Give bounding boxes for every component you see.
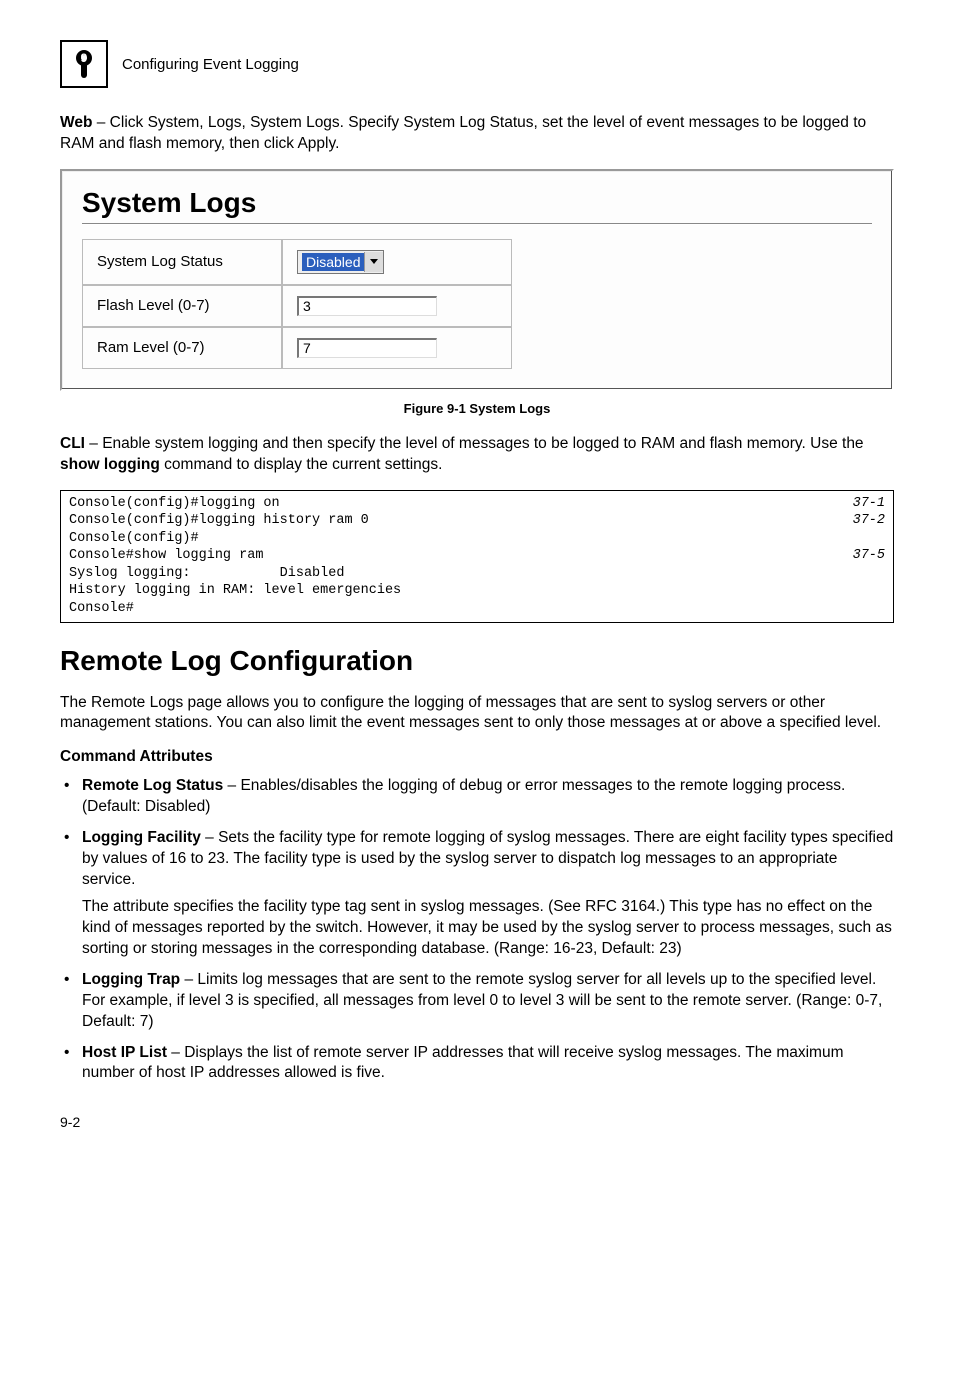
label-system-log-status: System Log Status — [82, 239, 282, 285]
code-line: Console(config)# — [69, 530, 885, 548]
row-ram-level: Ram Level (0-7) — [82, 327, 512, 369]
page-number: 9-2 — [60, 1114, 894, 1130]
attr-text: – Limits log messages that are sent to t… — [82, 971, 882, 1030]
chapter-title: Configuring Event Logging — [122, 56, 299, 73]
code-text: Syslog logging: Disabled — [69, 565, 344, 583]
code-ref — [865, 565, 885, 583]
list-item: Host IP List – Displays the list of remo… — [60, 1043, 894, 1085]
figure-caption: Figure 9-1 System Logs — [60, 401, 894, 416]
attr-name: Logging Facility — [82, 829, 201, 846]
attr-text: – Displays the list of remote server IP … — [82, 1044, 844, 1082]
code-ref: 37-2 — [833, 512, 885, 530]
code-line: Console#show logging ram 37-5 — [69, 547, 885, 565]
code-text: Console(config)# — [69, 530, 199, 548]
cli-text-after: command to display the current settings. — [160, 456, 443, 473]
panel-divider — [82, 223, 872, 225]
row-flash-level: Flash Level (0-7) — [82, 285, 512, 327]
cli-cmd: show logging — [60, 456, 160, 473]
system-logs-panel: System Logs System Log Status Disabled F… — [60, 169, 894, 391]
label-flash-level: Flash Level (0-7) — [82, 285, 282, 327]
svg-text:9: 9 — [81, 51, 88, 65]
code-text: Console(config)#logging history ram 0 — [69, 512, 369, 530]
code-text: Console(config)#logging on — [69, 495, 280, 513]
code-ref — [865, 600, 885, 618]
code-text: Console# — [69, 600, 134, 618]
web-label: Web — [60, 114, 92, 131]
label-ram-level: Ram Level (0-7) — [82, 327, 282, 369]
section-intro: The Remote Logs page allows you to confi… — [60, 693, 894, 735]
intro-paragraph: Web – Click System, Logs, System Logs. S… — [60, 113, 894, 155]
panel-title: System Logs — [82, 187, 872, 219]
command-attributes-heading: Command Attributes — [60, 748, 894, 766]
code-line: Console(config)#logging history ram 0 37-… — [69, 512, 885, 530]
attr-extra: The attribute specifies the facility typ… — [82, 897, 894, 960]
code-block: Console(config)#logging on 37-1 Console(c… — [60, 490, 894, 623]
list-item: Logging Facility – Sets the facility typ… — [60, 828, 894, 960]
attr-name: Host IP List — [82, 1044, 167, 1061]
code-line: Syslog logging: Disabled — [69, 565, 885, 583]
code-ref: 37-5 — [833, 547, 885, 565]
code-line: Console# — [69, 600, 885, 618]
code-ref — [865, 582, 885, 600]
chevron-down-icon[interactable] — [364, 252, 383, 272]
attribute-list: Remote Log Status – Enables/disables the… — [60, 776, 894, 1084]
system-logs-table: System Log Status Disabled Flash Level (… — [82, 239, 512, 369]
attr-text: – Sets the facility type for remote logg… — [82, 829, 893, 888]
chapter-header: 9 Configuring Event Logging — [60, 40, 894, 88]
code-ref — [865, 530, 885, 548]
select-value: Disabled — [302, 253, 364, 271]
code-text: Console#show logging ram — [69, 547, 263, 565]
code-text: History logging in RAM: level emergencie… — [69, 582, 401, 600]
code-ref: 37-1 — [833, 495, 885, 513]
flash-level-input[interactable] — [297, 296, 437, 316]
system-log-status-select[interactable]: Disabled — [297, 250, 384, 274]
chapter-number-icon: 9 — [60, 40, 108, 88]
list-item: Remote Log Status – Enables/disables the… — [60, 776, 894, 818]
attr-name: Remote Log Status — [82, 777, 223, 794]
row-system-log-status: System Log Status Disabled — [82, 239, 512, 285]
section-title: Remote Log Configuration — [60, 645, 894, 677]
cli-intro: CLI – Enable system logging and then spe… — [60, 434, 894, 476]
cli-label: CLI — [60, 435, 85, 452]
list-item: Logging Trap – Limits log messages that … — [60, 970, 894, 1033]
attr-name: Logging Trap — [82, 971, 180, 988]
code-line: History logging in RAM: level emergencie… — [69, 582, 885, 600]
ram-level-input[interactable] — [297, 338, 437, 358]
cli-text-before: – Enable system logging and then specify… — [85, 435, 864, 452]
code-line: Console(config)#logging on 37-1 — [69, 495, 885, 513]
intro-text: – Click System, Logs, System Logs. Speci… — [60, 114, 866, 152]
